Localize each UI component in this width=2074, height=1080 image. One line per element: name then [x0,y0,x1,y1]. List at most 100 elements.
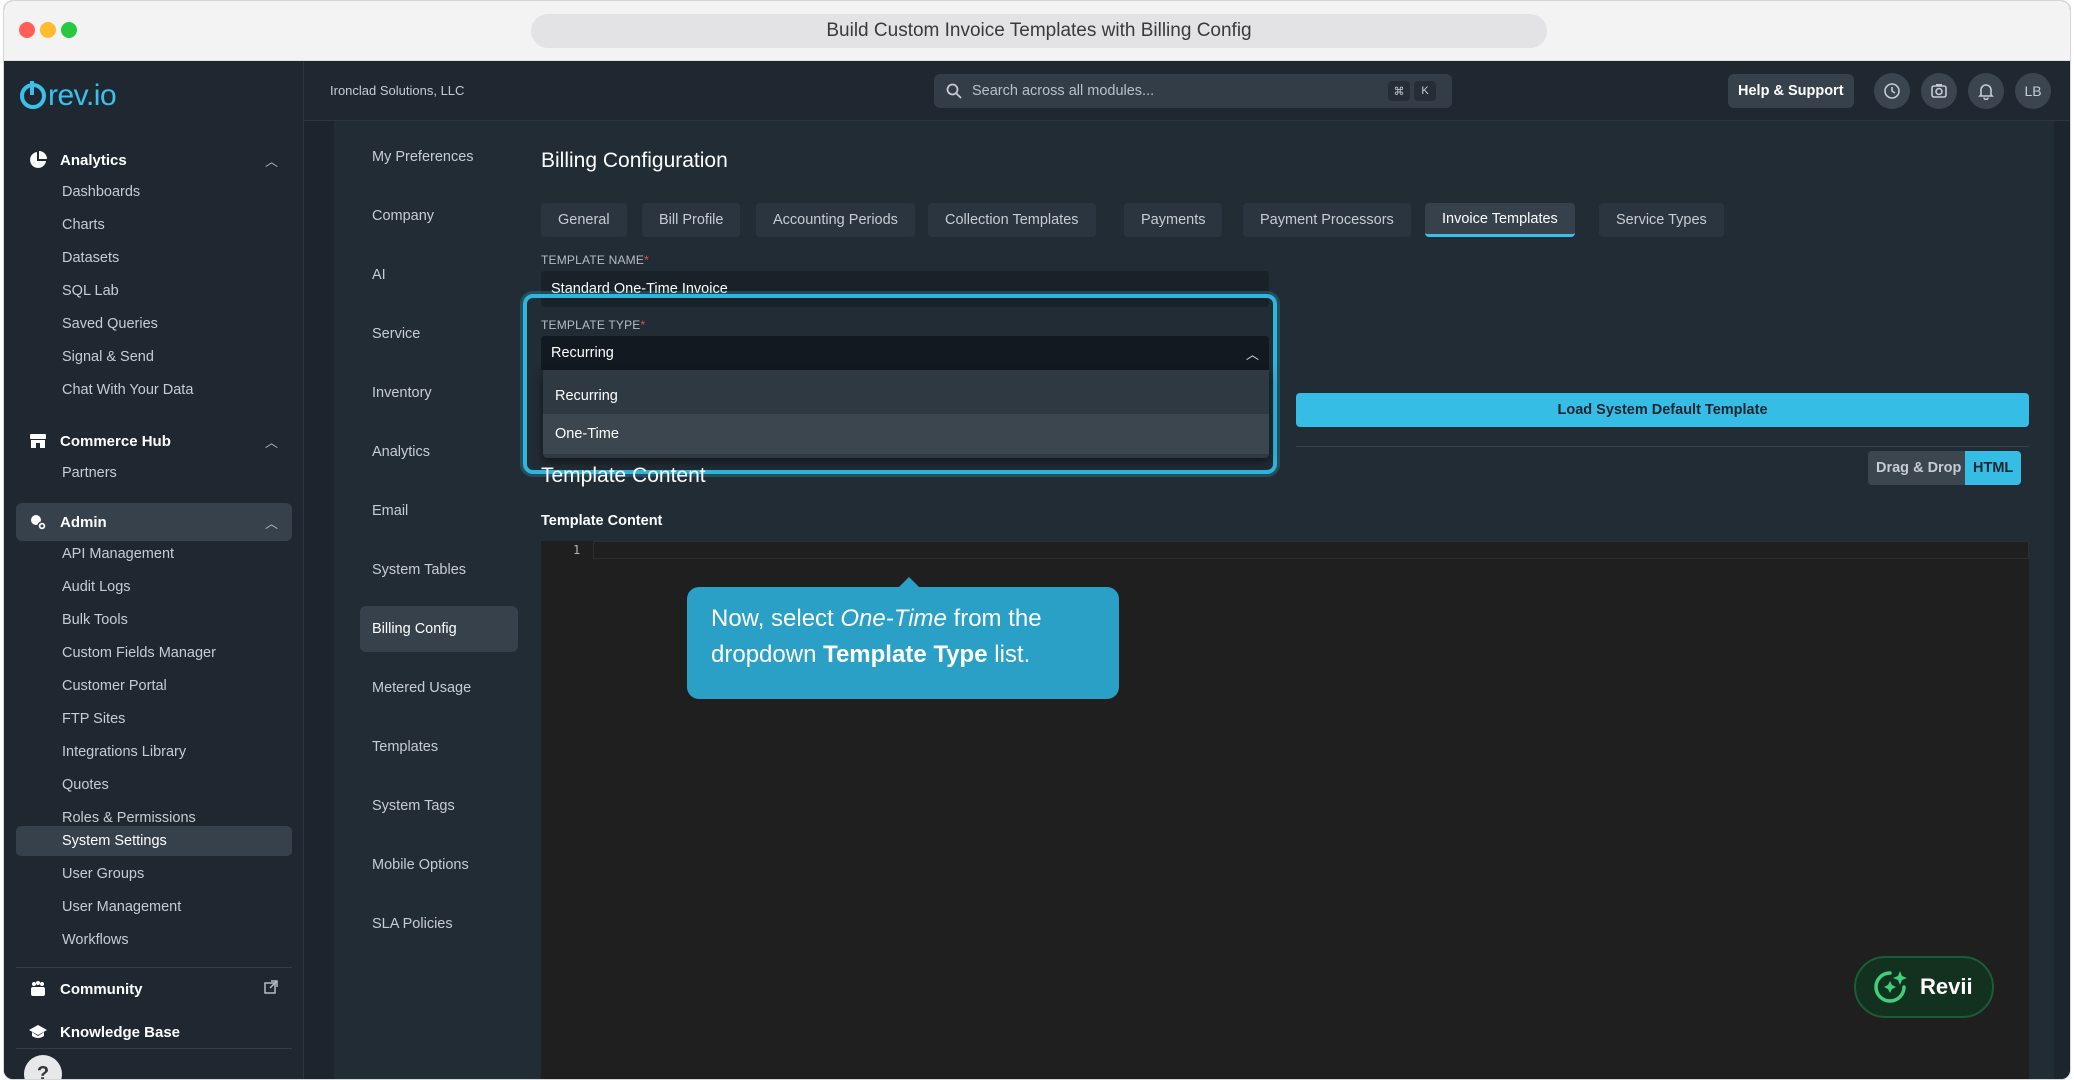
sidebar-section-analytics[interactable]: Analytics ︿ [16,141,292,179]
tab-collection-templates[interactable]: Collection Templates [928,203,1096,237]
line-number: 1 [573,543,581,557]
sidebar-item-ftp-sites[interactable]: FTP Sites [16,704,292,734]
settings-nav-ai[interactable]: AI [360,252,518,298]
tooltip-text: list. [987,641,1031,668]
drag-drop-toggle[interactable]: Drag & Drop [1868,451,1970,485]
sidebar-item-datasets[interactable]: Datasets [16,243,292,273]
editor-label: Template Content [541,513,663,529]
settings-nav-analytics[interactable]: Analytics [360,429,518,475]
search-input[interactable] [972,83,1372,99]
sidebar-section-label: Knowledge Base [60,1023,181,1041]
logo-text: rev.io [48,79,117,112]
external-link-icon[interactable] [264,980,278,997]
tooltip-text: dropdown [711,641,824,668]
settings-nav-service[interactable]: Service [360,311,518,357]
sidebar-item-system-settings[interactable]: System Settings [16,826,292,856]
tab-service-types[interactable]: Service Types [1599,203,1724,237]
sidebar-section-label: Commerce Hub [60,432,171,450]
settings-content: My Preferences Company AI Service Invent… [334,121,2054,1079]
community-icon [28,979,48,999]
sidebar-item-dashboards[interactable]: Dashboards [16,177,292,207]
kbd-cmd-key: ⌘ [1388,81,1410,101]
search-icon [946,83,962,99]
sidebar-item-bulk-tools[interactable]: Bulk Tools [16,605,292,635]
template-name-label: TEMPLATE NAME* [541,253,649,267]
history-icon[interactable] [1874,73,1910,109]
maximize-window-dot[interactable] [61,22,77,38]
screenshot-icon[interactable] [1921,73,1957,109]
help-question-icon[interactable]: ? [24,1055,62,1079]
sidebar-item-saved-queries[interactable]: Saved Queries [16,309,292,339]
sidebar-section-community[interactable]: Community [16,970,292,1008]
template-content-heading: Template Content [541,464,706,487]
organization-name: Ironclad Solutions, LLC [330,83,465,98]
sidebar-section-knowledge-base[interactable]: Knowledge Base [16,1013,292,1051]
settings-nav-mobile-options[interactable]: Mobile Options [360,842,518,888]
section-divider [1296,446,2029,447]
minimize-window-dot[interactable] [40,22,56,38]
load-default-template-button[interactable]: Load System Default Template [1296,393,2029,427]
sidebar-item-charts[interactable]: Charts [16,210,292,240]
top-bar: Ironclad Solutions, LLC ⌘ K Help & Suppo… [304,61,2070,121]
current-line-highlight [593,541,2029,559]
browser-title-bar[interactable]: Build Custom Invoice Templates with Bill… [531,14,1547,48]
revii-sparkle-icon [1874,971,1907,1003]
tab-invoice-templates[interactable]: Invoice Templates [1425,203,1575,237]
page-title: Billing Configuration [541,149,728,172]
chevron-up-icon: ︿ [1245,347,1259,362]
help-support-button[interactable]: Help & Support [1728,74,1854,108]
sidebar-item-sql-lab[interactable]: SQL Lab [16,276,292,306]
chevron-up-icon[interactable]: ︿ [265,513,278,532]
app-shell: rev.io Analytics ︿ Dashboards Charts Dat… [4,61,2070,1079]
sidebar-section-label: Community [60,980,143,998]
sidebar-item-chat-with-data[interactable]: Chat With Your Data [16,375,292,405]
sidebar-section-commerce-hub[interactable]: Commerce Hub ︿ [16,422,292,460]
option-one-time[interactable]: One-Time [543,414,1269,454]
revii-assistant-button[interactable]: Revii [1854,956,1994,1018]
settings-nav-templates[interactable]: Templates [360,724,518,770]
option-recurring[interactable]: Recurring [543,376,1269,416]
html-toggle[interactable]: HTML [1965,451,2022,485]
sidebar-item-user-groups[interactable]: User Groups [16,859,292,889]
sidebar: rev.io Analytics ︿ Dashboards Charts Dat… [4,61,304,1079]
tooltip-text: from the [946,605,1042,632]
sidebar-item-user-management[interactable]: User Management [16,892,292,922]
chevron-up-icon[interactable]: ︿ [265,151,278,170]
settings-nav-inventory[interactable]: Inventory [360,370,518,416]
tooltip-text: Now, select [711,605,841,632]
sidebar-section-label: Analytics [60,151,127,169]
settings-nav-system-tables[interactable]: System Tables [360,547,518,593]
tab-bill-profile[interactable]: Bill Profile [642,203,741,237]
settings-nav-my-preferences[interactable]: My Preferences [360,134,518,180]
user-avatar[interactable]: LB [2015,73,2051,109]
bell-icon[interactable] [1968,73,2004,109]
sidebar-item-signal-send[interactable]: Signal & Send [16,342,292,372]
sidebar-item-customer-portal[interactable]: Customer Portal [16,671,292,701]
sidebar-item-api-management[interactable]: API Management [16,539,292,569]
sidebar-item-partners[interactable]: Partners [16,458,292,488]
chevron-up-icon[interactable]: ︿ [265,432,278,451]
settings-nav-metered-usage[interactable]: Metered Usage [360,665,518,711]
sidebar-item-integrations-library[interactable]: Integrations Library [16,737,292,767]
close-window-dot[interactable] [19,22,35,38]
tab-general[interactable]: General [541,203,627,237]
settings-nav-company[interactable]: Company [360,193,518,239]
sidebar-item-quotes[interactable]: Quotes [16,770,292,800]
settings-nav-system-tags[interactable]: System Tags [360,783,518,829]
graduation-cap-icon [28,1022,48,1042]
tab-payment-processors[interactable]: Payment Processors [1243,203,1411,237]
settings-nav-sla-policies[interactable]: SLA Policies [360,901,518,947]
template-type-select[interactable]: Recurring ︿ [541,336,1269,370]
settings-nav-email[interactable]: Email [360,488,518,534]
sidebar-item-custom-fields-manager[interactable]: Custom Fields Manager [16,638,292,668]
global-search[interactable]: ⌘ K [934,74,1452,108]
sidebar-item-workflows[interactable]: Workflows [16,925,292,955]
template-type-dropdown: Recurring One-Time [543,370,1269,458]
settings-nav-billing-config[interactable]: Billing Config [360,606,518,652]
tab-accounting-periods[interactable]: Accounting Periods [756,203,915,237]
sidebar-section-admin[interactable]: Admin ︿ [16,503,292,541]
revio-logo[interactable]: rev.io [20,76,117,116]
tab-payments[interactable]: Payments [1124,203,1223,237]
sidebar-item-audit-logs[interactable]: Audit Logs [16,572,292,602]
sidebar-divider [16,1048,292,1049]
